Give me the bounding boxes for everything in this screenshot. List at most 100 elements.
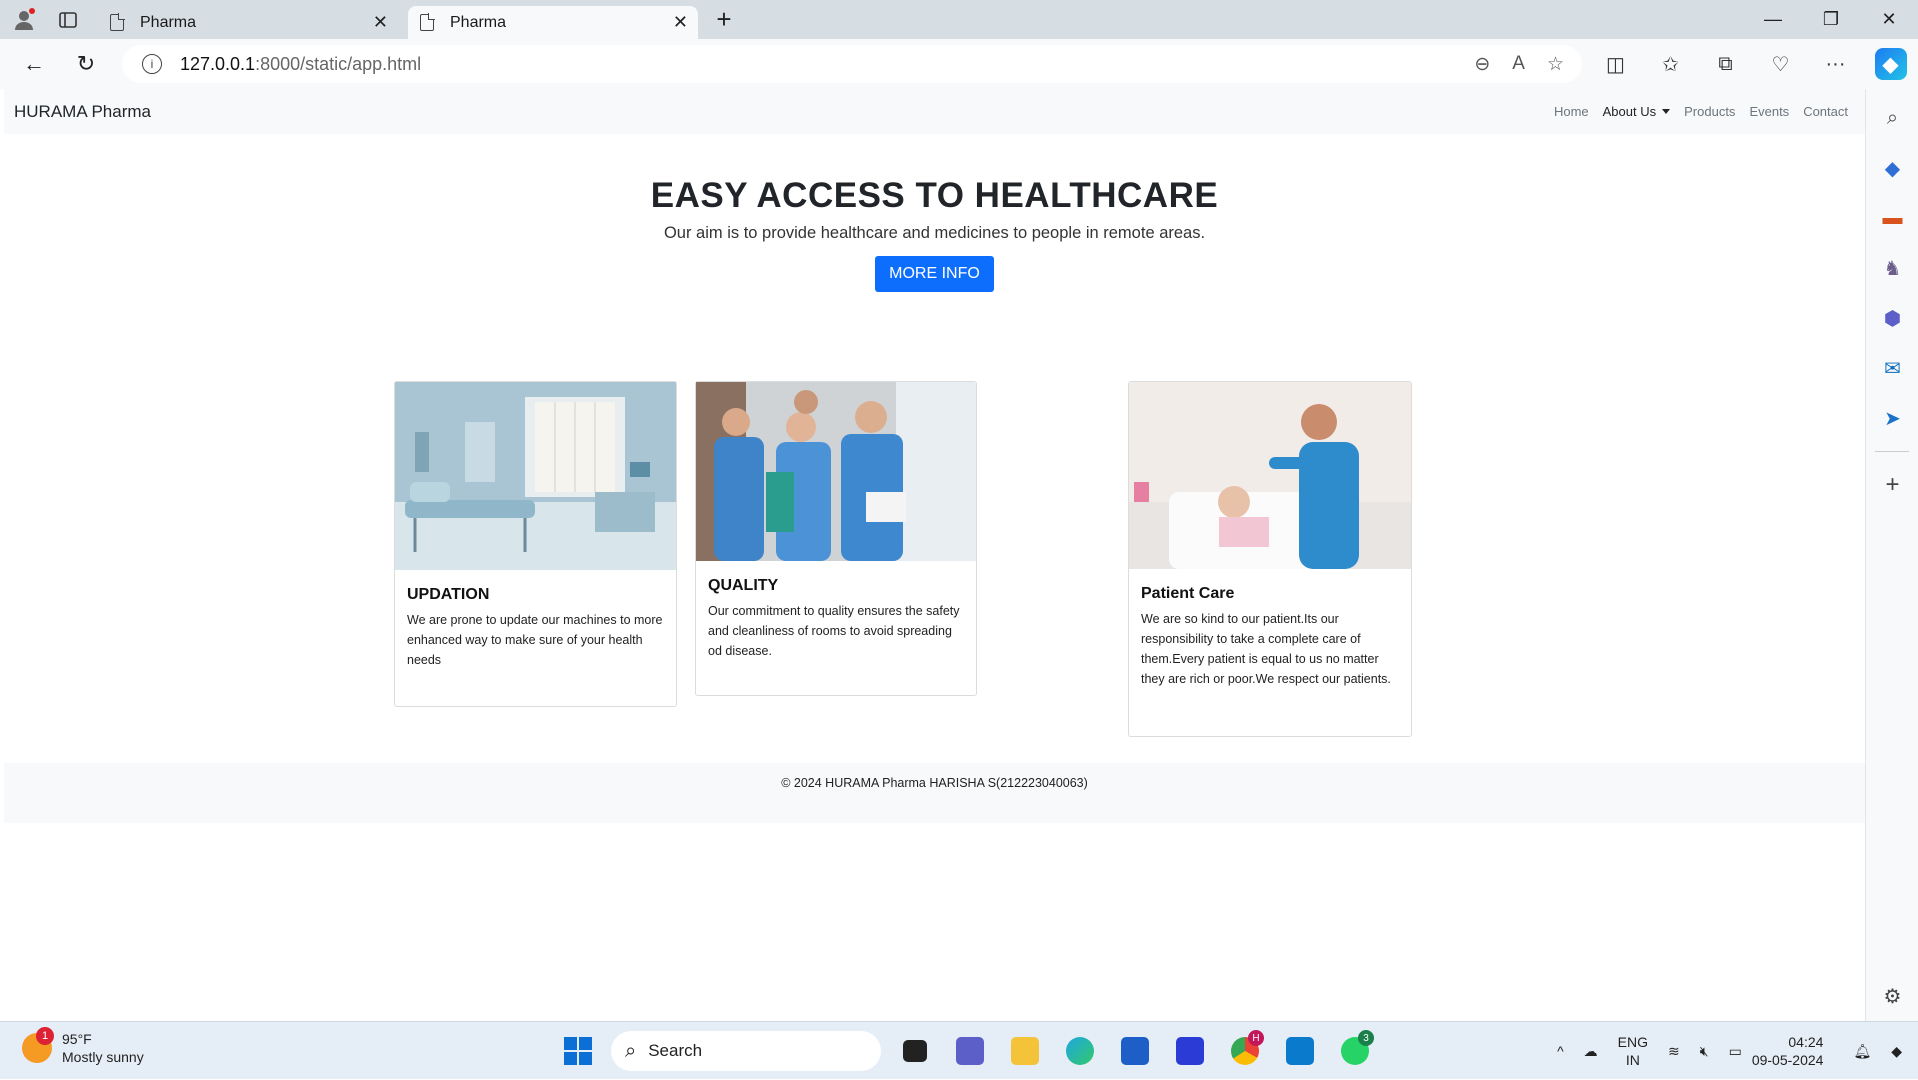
outlook-icon[interactable]: ✉ <box>1866 343 1918 393</box>
search-placeholder: Search <box>648 1041 703 1060</box>
language-indicator[interactable]: ENG IN <box>1608 1033 1658 1069</box>
task-view-icon[interactable] <box>887 1030 942 1072</box>
weather-badge: 1 <box>36 1027 54 1045</box>
minimize-icon[interactable]: — <box>1744 0 1802 39</box>
nav-about-dropdown[interactable]: About Us <box>1596 104 1677 119</box>
tab-title: Pharma <box>450 13 507 31</box>
nav-home[interactable]: Home <box>1547 104 1596 119</box>
nurse-patient-image <box>1129 382 1411 569</box>
hero-title: EASY ACCESS TO HEALTHCARE <box>650 176 1219 215</box>
windows-logo-icon <box>563 1037 592 1065</box>
card-quality: QUALITY Our commitment to quality ensure… <box>695 381 977 696</box>
browser-toolbar: ← ↻ i 127.0.0.1:8000/static/app.html ⊖ A… <box>0 39 1918 89</box>
address-bar[interactable]: i 127.0.0.1:8000/static/app.html ⊖ A ☆ <box>122 45 1582 83</box>
system-tray: ^ ☁ ENG IN ≋ 🔇︎ ▭ 04:24 09-05-2024 🔔︎ ◆ <box>1547 1022 1918 1080</box>
teams-icon[interactable] <box>942 1030 997 1072</box>
shopping-tag-icon[interactable]: ◆ <box>1866 143 1918 193</box>
page-icon <box>110 13 125 31</box>
wifi-icon[interactable]: ≋ <box>1658 1043 1690 1060</box>
card-text: We are prone to update our machines to m… <box>407 613 663 667</box>
tab-title: Pharma <box>140 13 197 31</box>
tab-pharma-2[interactable]: Pharma ✕ <box>408 6 698 39</box>
search-icon[interactable]: ⌕ <box>1866 93 1918 143</box>
settings-gear-icon[interactable]: ⚙ <box>1866 971 1918 1021</box>
more-options-icon[interactable]: ··· <box>1808 44 1863 84</box>
tools-icon[interactable]: ▬ <box>1866 193 1918 243</box>
whatsapp-badge: 3 <box>1358 1030 1374 1046</box>
site-info-icon[interactable]: i <box>142 54 162 74</box>
read-aloud-icon[interactable]: A <box>1512 53 1525 76</box>
more-info-button[interactable]: MORE INFO <box>875 256 994 292</box>
nav-contact[interactable]: Contact <box>1796 104 1855 119</box>
site-footer: © 2024 HURAMA Pharma HARISHA S(212223040… <box>4 763 1865 823</box>
page-icon <box>420 13 435 31</box>
tab-actions-icon[interactable] <box>52 4 84 36</box>
start-button[interactable] <box>550 1030 605 1072</box>
card-title: Patient Care <box>1141 585 1235 602</box>
back-icon[interactable]: ← <box>12 44 56 84</box>
weather-temp: 95°F <box>62 1031 92 1047</box>
card-patient-care: Patient Care We are so kind to our patie… <box>1128 381 1412 737</box>
copilot-taskbar-icon[interactable]: ◆ <box>1881 1043 1918 1060</box>
notification-bell-icon[interactable]: 🔔︎ <box>1843 1043 1881 1060</box>
tab-pharma-1[interactable]: Pharma ✕ <box>98 6 398 39</box>
weather-desc: Mostly sunny <box>62 1049 144 1065</box>
clock-date: 09-05-2024 <box>1751 1052 1824 1068</box>
favorite-star-icon[interactable]: ☆ <box>1547 53 1564 76</box>
sun-icon: 1 <box>22 1027 54 1063</box>
battery-icon[interactable]: ▭ <box>1719 1043 1752 1060</box>
chevron-up-icon[interactable]: ^ <box>1547 1043 1574 1059</box>
favorites-icon[interactable]: ✩ <box>1643 44 1698 84</box>
card-title: QUALITY <box>708 577 779 594</box>
volume-muted-icon[interactable]: 🔇︎ <box>1690 1043 1719 1060</box>
close-tab-icon[interactable]: ✕ <box>373 12 388 33</box>
refresh-icon[interactable]: ↻ <box>64 44 108 84</box>
restore-icon[interactable]: ❐ <box>1802 0 1860 39</box>
onedrive-icon[interactable]: ☁ <box>1574 1043 1608 1060</box>
split-screen-icon[interactable]: ◫ <box>1588 44 1643 84</box>
whatsapp-icon[interactable]: 3 <box>1327 1030 1382 1072</box>
medical-staff-image <box>696 382 976 561</box>
nav-products[interactable]: Products <box>1677 104 1742 119</box>
browser-tab-bar: Pharma ✕ Pharma ✕ + — ❐ ✕ <box>0 0 1918 39</box>
card-text: We are so kind to our patient.Its our re… <box>1141 612 1391 686</box>
card-body: UPDATION We are prone to update our mach… <box>395 570 676 670</box>
collections-icon[interactable]: ⧉ <box>1698 44 1753 84</box>
vscode-icon[interactable] <box>1272 1030 1327 1072</box>
nav-events[interactable]: Events <box>1742 104 1796 119</box>
close-tab-icon[interactable]: ✕ <box>673 12 688 33</box>
clock[interactable]: 04:24 09-05-2024 <box>1752 1033 1844 1069</box>
nav-links: Home About Us Products Events Contact <box>1547 104 1855 119</box>
microsoft-store-icon[interactable] <box>1107 1030 1162 1072</box>
zoom-icon[interactable]: ⊖ <box>1474 53 1490 76</box>
lang-region: IN <box>1625 1052 1640 1068</box>
close-window-icon[interactable]: ✕ <box>1860 0 1918 39</box>
sidebar-divider <box>1875 451 1909 452</box>
lang-code: ENG <box>1617 1034 1649 1050</box>
copilot-button[interactable]: ◆ <box>1863 44 1918 84</box>
edge-browser-icon[interactable] <box>1052 1030 1107 1072</box>
brand-logo-text[interactable]: HURAMA Pharma <box>14 102 151 122</box>
add-icon[interactable]: + <box>1866 460 1918 510</box>
taskbar-search[interactable]: ⌕ Search <box>611 1031 881 1071</box>
chrome-icon[interactable]: H <box>1217 1030 1272 1072</box>
send-icon[interactable]: ➤ <box>1866 393 1918 443</box>
new-tab-button[interactable]: + <box>704 4 744 36</box>
weather-widget[interactable]: 1 95°F Mostly sunny <box>22 1027 144 1066</box>
browser-essentials-icon[interactable]: ♡ <box>1753 44 1808 84</box>
games-icon[interactable]: ♞ <box>1866 243 1918 293</box>
profile-icon[interactable] <box>8 4 40 36</box>
footer-text: © 2024 HURAMA Pharma HARISHA S(212223040… <box>781 776 1088 790</box>
card-body: Patient Care We are so kind to our patie… <box>1129 569 1411 689</box>
url-path: :8000/static/app.html <box>255 53 422 74</box>
copilot-icon: ◆ <box>1874 48 1907 80</box>
microsoft-365-icon[interactable]: ⬢ <box>1866 293 1918 343</box>
file-explorer-icon[interactable] <box>997 1030 1052 1072</box>
app-icon[interactable] <box>1162 1030 1217 1072</box>
card-updation: UPDATION We are prone to update our mach… <box>394 381 677 707</box>
hospital-room-image <box>395 382 676 570</box>
card-text: Our commitment to quality ensures the sa… <box>708 604 960 658</box>
taskbar-apps: ⌕ Search H 3 <box>550 1030 1382 1072</box>
url-host: 127.0.0.1 <box>180 53 256 74</box>
windows-taskbar: 1 95°F Mostly sunny ⌕ Search H 3 ^ ☁ ENG… <box>0 1021 1918 1079</box>
